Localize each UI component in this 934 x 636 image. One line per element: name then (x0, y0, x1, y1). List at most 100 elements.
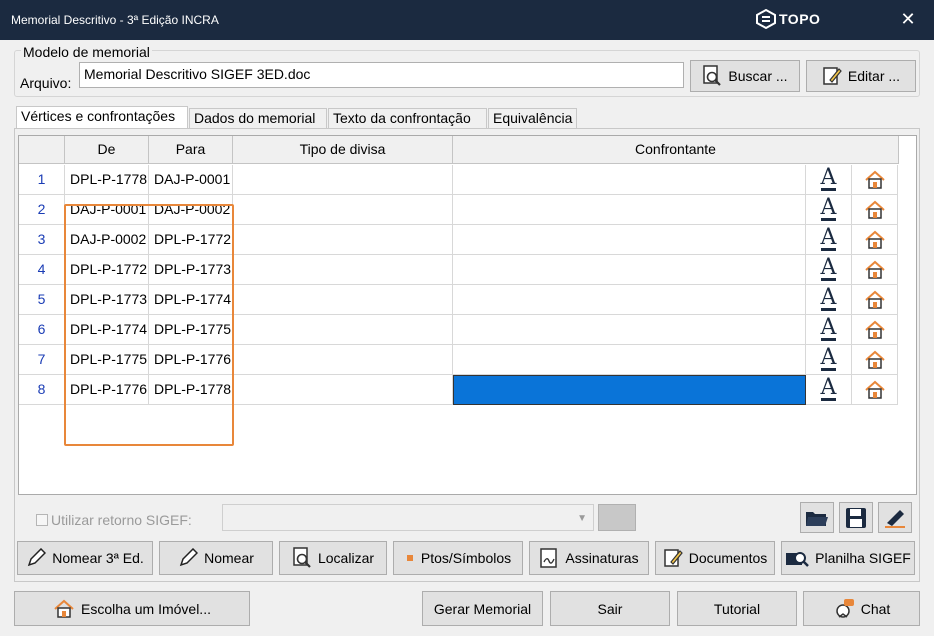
house-icon (864, 230, 885, 249)
cell-para[interactable]: DPL-P-1772 (149, 225, 233, 255)
ptos-simbolos-button[interactable]: Ptos/Símbolos (393, 541, 523, 575)
property-button[interactable] (852, 255, 898, 285)
text-format-button[interactable]: A (806, 225, 852, 255)
tutorial-label: Tutorial (713, 600, 761, 617)
row-number[interactable]: 5 (19, 285, 65, 315)
cell-de[interactable]: DAJ-P-0001 (65, 195, 149, 225)
cell-tipo-divisa[interactable] (233, 225, 453, 255)
header-de[interactable]: De (65, 136, 149, 164)
cell-de[interactable]: DPL-P-1778 (65, 165, 149, 195)
cell-confrontante[interactable] (453, 285, 806, 315)
clear-button[interactable] (878, 502, 912, 533)
tab-dados[interactable]: Dados do memorial (189, 108, 327, 128)
editar-button[interactable]: Editar ... (806, 60, 916, 92)
nomear-3ed-button[interactable]: Nomear 3ª Ed. (17, 541, 153, 575)
property-button[interactable] (852, 195, 898, 225)
property-button[interactable] (852, 375, 898, 405)
brand-text: TOPO (779, 11, 821, 27)
property-button[interactable] (852, 165, 898, 195)
cell-tipo-divisa[interactable] (233, 255, 453, 285)
cell-de[interactable]: DPL-P-1772 (65, 255, 149, 285)
header-confrontante[interactable]: Confrontante (453, 136, 899, 164)
property-button[interactable] (852, 225, 898, 255)
documentos-button[interactable]: Documentos (655, 541, 775, 575)
property-button[interactable] (852, 345, 898, 375)
cell-confrontante[interactable] (453, 255, 806, 285)
color-swatch[interactable] (598, 504, 636, 531)
tab-equivalencia[interactable]: Equivalência (488, 108, 577, 128)
cell-para[interactable]: DPL-P-1775 (149, 315, 233, 345)
house-icon (864, 320, 885, 339)
checkbox-box[interactable] (36, 514, 48, 526)
planilha-sigef-button[interactable]: Planilha SIGEF (781, 541, 915, 575)
tutorial-button[interactable]: Tutorial (677, 591, 797, 626)
row-number[interactable]: 6 (19, 315, 65, 345)
sigef-checkbox[interactable]: Utilizar retorno SIGEF: (36, 512, 192, 528)
buscar-button[interactable]: Buscar ... (690, 60, 800, 92)
cell-tipo-divisa[interactable] (233, 315, 453, 345)
house-icon (864, 260, 885, 279)
title-bar: Memorial Descritivo - 3ª Edição INCRA TO… (0, 0, 934, 40)
row-number[interactable]: 4 (19, 255, 65, 285)
cell-confrontante[interactable] (453, 315, 806, 345)
assinaturas-button[interactable]: Assinaturas (529, 541, 649, 575)
cell-para[interactable]: DAJ-P-0002 (149, 195, 233, 225)
text-format-button[interactable]: A (806, 375, 852, 405)
localizar-button[interactable]: Localizar (279, 541, 387, 575)
cell-tipo-divisa[interactable] (233, 165, 453, 195)
cell-para[interactable]: DAJ-P-0001 (149, 165, 233, 195)
text-format-button[interactable]: A (806, 195, 852, 225)
cell-confrontante[interactable] (453, 375, 806, 405)
text-format-button[interactable]: A (806, 315, 852, 345)
sair-button[interactable]: Sair (550, 591, 670, 626)
tab-texto[interactable]: Texto da confrontação (328, 108, 487, 128)
cell-confrontante[interactable] (453, 195, 806, 225)
letter-a-icon: A (820, 165, 837, 191)
text-format-button[interactable]: A (806, 165, 852, 195)
chat-label: Chat (860, 600, 891, 617)
gerar-memorial-button[interactable]: Gerar Memorial (422, 591, 543, 626)
save-button[interactable] (839, 502, 873, 533)
chat-button[interactable]: Chat (803, 591, 920, 626)
row-number[interactable]: 2 (19, 195, 65, 225)
row-number[interactable]: 1 (19, 165, 65, 195)
property-button[interactable] (852, 285, 898, 315)
cell-para[interactable]: DPL-P-1773 (149, 255, 233, 285)
property-button[interactable] (852, 315, 898, 345)
open-folder-button[interactable] (800, 502, 834, 533)
cell-confrontante[interactable] (453, 165, 806, 195)
cell-de[interactable]: DPL-P-1775 (65, 345, 149, 375)
cell-para[interactable]: DPL-P-1774 (149, 285, 233, 315)
row-number[interactable]: 8 (19, 375, 65, 405)
tab-vertices[interactable]: Vértices e confrontações (16, 106, 188, 129)
arquivo-input[interactable]: Memorial Descritivo SIGEF 3ED.doc (79, 62, 684, 88)
escolha-imovel-button[interactable]: Escolha um Imóvel... (14, 591, 250, 626)
cell-tipo-divisa[interactable] (233, 285, 453, 315)
text-format-button[interactable]: A (806, 345, 852, 375)
text-format-button[interactable]: A (806, 285, 852, 315)
cell-para[interactable]: DPL-P-1776 (149, 345, 233, 375)
edit-document-icon (822, 65, 842, 87)
cell-de[interactable]: DAJ-P-0002 (65, 225, 149, 255)
house-icon (864, 200, 885, 219)
gerar-memorial-label: Gerar Memorial (433, 600, 532, 617)
header-tipo-divisa[interactable]: Tipo de divisa (233, 136, 453, 164)
cell-de[interactable]: DPL-P-1774 (65, 315, 149, 345)
cell-tipo-divisa[interactable] (233, 375, 453, 405)
close-button[interactable]: ✕ (898, 9, 918, 29)
sigef-combo[interactable]: ▼ (222, 504, 594, 531)
cell-tipo-divisa[interactable] (233, 195, 453, 225)
header-para[interactable]: Para (149, 136, 233, 164)
text-format-button[interactable]: A (806, 255, 852, 285)
buscar-label: Buscar ... (728, 68, 788, 84)
cell-de[interactable]: DPL-P-1773 (65, 285, 149, 315)
row-number[interactable]: 3 (19, 225, 65, 255)
cell-para[interactable]: DPL-P-1778 (149, 375, 233, 405)
letter-a-icon: A (820, 345, 837, 371)
cell-confrontante[interactable] (453, 225, 806, 255)
row-number[interactable]: 7 (19, 345, 65, 375)
cell-de[interactable]: DPL-P-1776 (65, 375, 149, 405)
cell-confrontante[interactable] (453, 345, 806, 375)
cell-tipo-divisa[interactable] (233, 345, 453, 375)
nomear-button[interactable]: Nomear (159, 541, 273, 575)
